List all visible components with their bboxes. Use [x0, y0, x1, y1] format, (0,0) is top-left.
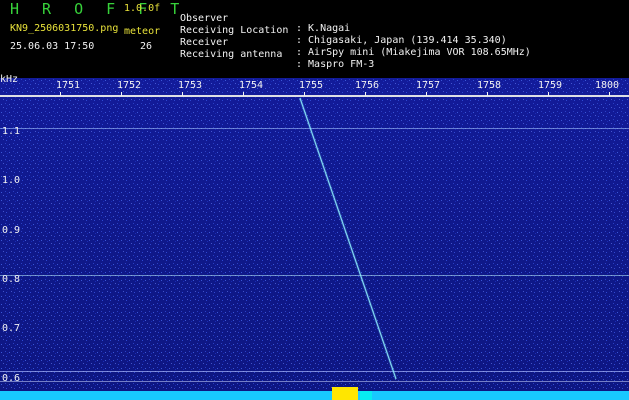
x-tick-1755: 1755: [299, 80, 324, 91]
meta-row-antenna: Receiving antenna : Maspro FM-3: [180, 40, 374, 80]
x-tick-1756: 1756: [355, 80, 380, 91]
y-tick-1-1: 1.1: [2, 126, 21, 137]
x-tick-1757: 1757: [416, 80, 441, 91]
y-tick-1-0: 1.0: [2, 175, 21, 186]
bottom-signal-highlight: [332, 387, 358, 400]
y-tick-0-6: 0.6: [2, 373, 21, 384]
spectrogram-speckle-noise: [0, 78, 629, 400]
band-middle: [0, 275, 629, 276]
bottom-signal-strip: [0, 391, 629, 400]
x-tick-1754: 1754: [239, 80, 264, 91]
x-tick-1759: 1759: [538, 80, 563, 91]
datetime-label: 25.06.03 17:50: [10, 41, 95, 52]
y-tick-0-7: 0.7: [2, 323, 21, 334]
meta-value: : Maspro FM-3: [296, 59, 375, 70]
x-tick-1753: 1753: [178, 80, 203, 91]
y-tick-0-8: 0.8: [2, 274, 21, 285]
x-tick-1800: 1800: [595, 80, 620, 91]
bottom-signal-edge: [360, 391, 372, 400]
band-bottom: [0, 381, 629, 382]
meta-value: : K.Nagai: [296, 23, 351, 34]
count-label: 26: [140, 41, 153, 52]
header-panel: H R O F F T 1.0.0f KN9_2506031750.png me…: [0, 0, 629, 78]
mode-label: meteor: [124, 26, 161, 37]
meta-key: Receiving antenna: [180, 49, 283, 60]
band-upper: [0, 128, 629, 129]
y-axis-unit: kHz: [0, 74, 19, 85]
y-tick-0-9: 0.9: [2, 225, 21, 236]
meta-value: : AirSpy mini (Miakejima VOR 108.65MHz): [296, 47, 531, 58]
x-tick-1752: 1752: [117, 80, 142, 91]
filename-label: KN9_2506031750.png: [10, 23, 119, 34]
meta-value: : Chigasaki, Japan (139.414 35.340): [296, 35, 507, 46]
x-tick-1758: 1758: [477, 80, 502, 91]
spectrogram-plot: [0, 78, 629, 400]
band-lower: [0, 371, 629, 372]
version-label: 1.0.0f: [124, 3, 161, 14]
carrier-band-top: [0, 95, 629, 97]
x-tick-1751: 1751: [56, 80, 81, 91]
